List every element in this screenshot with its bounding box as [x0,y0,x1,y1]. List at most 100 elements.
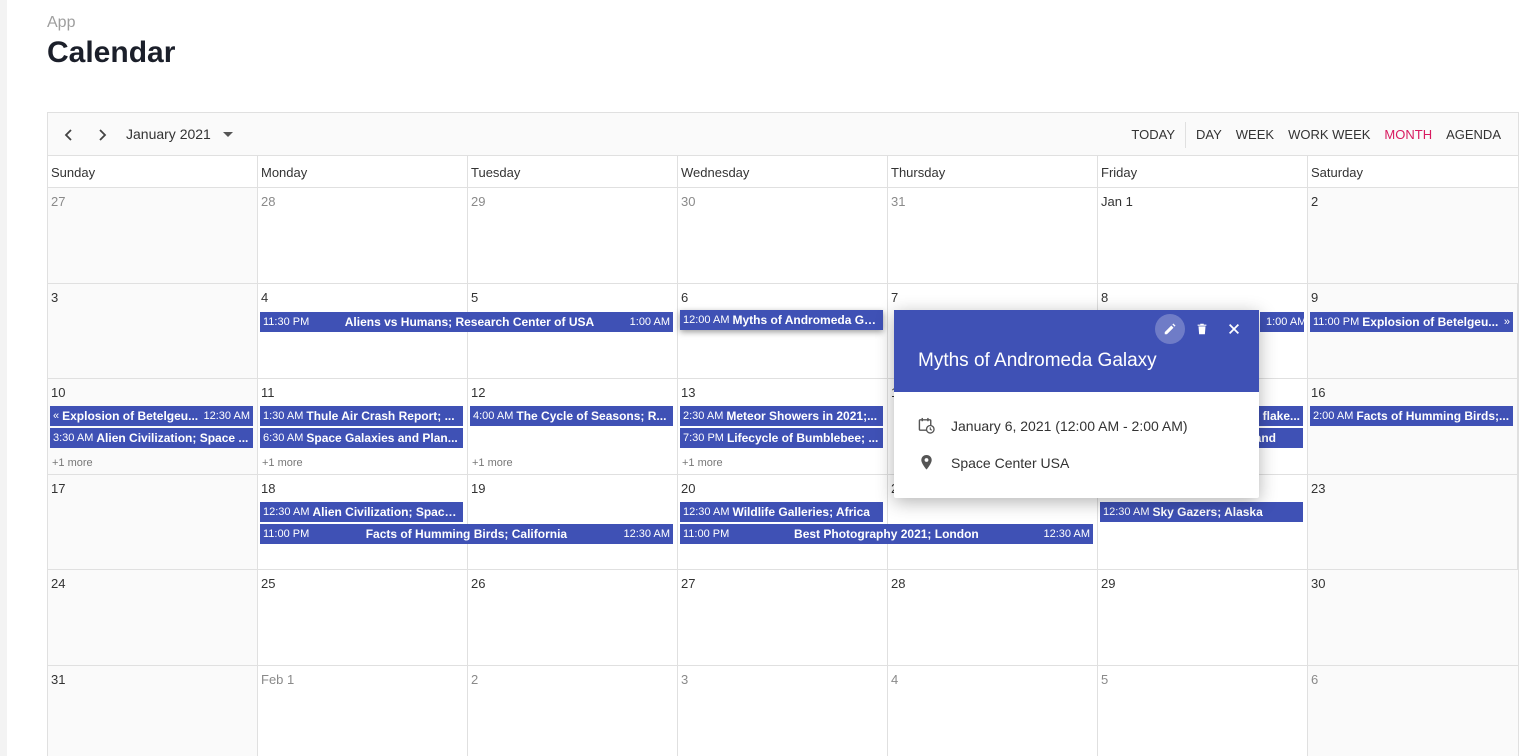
day-cell[interactable]: 25 [258,570,468,665]
day-number: 19 [471,480,486,496]
event-wildlife-galleries[interactable]: 12:30 AM Wildlife Galleries; Africa [680,501,883,522]
day-number: 8 [1101,289,1109,305]
day-cell[interactable]: 28 [258,188,468,283]
day-cell[interactable]: 29 [468,188,678,283]
event-best-photography[interactable]: 11:00 PM Best Photography 2021; London 1… [680,523,1093,544]
event-space-galaxies[interactable]: 6:30 AM Space Galaxies and Plan... [260,428,463,449]
popup-actions [1155,314,1249,344]
day-cell[interactable]: 27 [48,188,258,283]
day-cell[interactable]: 6 [1308,665,1518,756]
next-button[interactable] [91,124,113,146]
day-number: 13 [681,385,696,401]
day-number: 27 [51,194,66,209]
dow-wednesday: Wednesday [678,156,888,187]
event-meteor-showers[interactable]: 2:30 AM Meteor Showers in 2021;... [680,406,883,427]
day-cell[interactable]: Jan 1 [1098,188,1308,283]
more-link[interactable]: +1 more [472,457,513,469]
day-number: 4 [261,289,269,305]
day-cell[interactable]: 2 [1308,188,1518,283]
day-number: 5 [471,289,479,305]
event-cycle-of-seasons[interactable]: 4:00 AM The Cycle of Seasons; R... [470,406,673,427]
continues-arrow-icon: « [53,410,60,423]
day-cell[interactable]: 31 [48,665,258,756]
view-month-button[interactable]: MONTH [1377,113,1439,156]
day-cell[interactable]: 23 [1308,474,1518,570]
day-cell[interactable]: 5 [1098,665,1308,756]
event-facts-of-humming-birds-california[interactable]: 11:00 PM Facts of Humming Birds; Califor… [260,523,673,544]
day-number: 25 [261,576,276,592]
day-cell[interactable]: 6 [678,283,888,379]
close-button[interactable] [1219,314,1249,344]
day-number: 23 [1311,480,1326,496]
view-day-button[interactable]: DAY [1189,113,1229,156]
day-number: Feb 1 [261,671,295,687]
left-strip [0,0,7,756]
day-cell[interactable]: 24 [48,570,258,665]
day-cell[interactable]: 11 +1 more [258,379,468,474]
day-number: 20 [681,480,696,496]
more-link[interactable]: +1 more [52,457,93,469]
date-range-picker[interactable]: January 2021 [126,126,233,142]
view-agenda-button[interactable]: AGENDA [1439,113,1508,156]
delete-button[interactable] [1187,314,1217,344]
popup-header: Myths of Andromeda Galaxy [894,310,1259,392]
event-lifecycle-of-bumblebee[interactable]: 7:30 PM Lifecycle of Bumblebee; ... [680,428,883,449]
view-work-week-button[interactable]: WORK WEEK [1281,113,1377,156]
day-number: 3 [51,289,59,305]
day-number: 24 [51,576,66,592]
event-explosion-of-betelgeuse[interactable]: 11:00 PM Explosion of Betelgeu... » [1310,311,1513,332]
event-start-time: 11:30 PM [263,315,310,328]
day-cell[interactable]: 26 [468,570,678,665]
day-cell[interactable]: 2 [468,665,678,756]
day-cell[interactable]: 3 [678,665,888,756]
previous-button[interactable] [58,124,80,146]
week-row: 27 28 29 30 31 Jan 1 2 [48,188,1518,284]
day-cell[interactable]: 18 [258,474,468,570]
dow-friday: Friday [1098,156,1308,187]
day-number: 17 [51,480,66,496]
event-facts-of-humming-birds[interactable]: 2:00 AM Facts of Humming Birds;... [1310,406,1513,427]
day-number: 29 [471,194,486,209]
continues-arrow-icon: » [1503,315,1510,328]
today-button[interactable]: TODAY [1124,113,1182,156]
event-subject: Sky Gazers; Alaska [1152,504,1263,519]
day-cell[interactable]: 19 [468,474,678,570]
view-week-button[interactable]: WEEK [1229,113,1281,156]
day-cell[interactable]: 10 +1 more [48,379,258,474]
day-cell[interactable]: 12 +1 more [468,379,678,474]
day-cell[interactable]: 3 [48,283,258,379]
event-start-time: 3:30 AM [53,432,94,445]
day-cell[interactable]: 4 [888,665,1098,756]
close-icon [1229,324,1239,334]
day-cell[interactable]: 27 [678,570,888,665]
day-cell[interactable]: 20 [678,474,888,570]
event-subject: Thule Air Crash Report; ... [306,409,455,424]
event-partial[interactable]: 1:00 AM [1260,311,1304,332]
event-explosion-of-betelgeuse-cont[interactable]: « Explosion of Betelgeu... 12:30 AM [50,406,253,427]
day-cell[interactable]: 31 [888,188,1098,283]
edit-button[interactable] [1155,314,1185,344]
day-cell[interactable]: 28 [888,570,1098,665]
event-sky-gazers[interactable]: 12:30 AM Sky Gazers; Alaska [1100,501,1303,522]
day-cell[interactable]: 30 [1308,570,1518,665]
event-alien-civilization[interactable]: 3:30 AM Alien Civilization; Space ... [50,428,253,449]
calendar-clock-icon [918,417,935,434]
day-cell[interactable]: 13 +1 more [678,379,888,474]
event-myths-of-andromeda[interactable]: 12:00 AM Myths of Andromeda Ga... [680,309,883,330]
day-number: 31 [51,671,66,687]
more-link[interactable]: +1 more [682,457,723,469]
more-link[interactable]: +1 more [262,457,303,469]
day-number: 2 [1311,194,1319,209]
day-cell[interactable]: 29 [1098,570,1308,665]
event-alien-civilization-2[interactable]: 12:30 AM Alien Civilization; Space... [260,501,463,522]
day-cell[interactable]: Feb 1 [258,665,468,756]
event-quick-popup: Myths of Andromeda Galaxy January 6, 202… [894,310,1259,498]
day-number: 31 [891,194,906,209]
day-cell[interactable]: 17 [48,474,258,570]
location-pin-icon [921,454,932,470]
day-cell[interactable]: 30 [678,188,888,283]
popup-location: Space Center USA [951,454,1070,471]
event-aliens-vs-humans[interactable]: 11:30 PM Aliens vs Humans; Research Cent… [260,311,673,332]
event-thule-air-crash[interactable]: 1:30 AM Thule Air Crash Report; ... [260,406,463,427]
day-cell[interactable]: 16 [1308,379,1518,474]
